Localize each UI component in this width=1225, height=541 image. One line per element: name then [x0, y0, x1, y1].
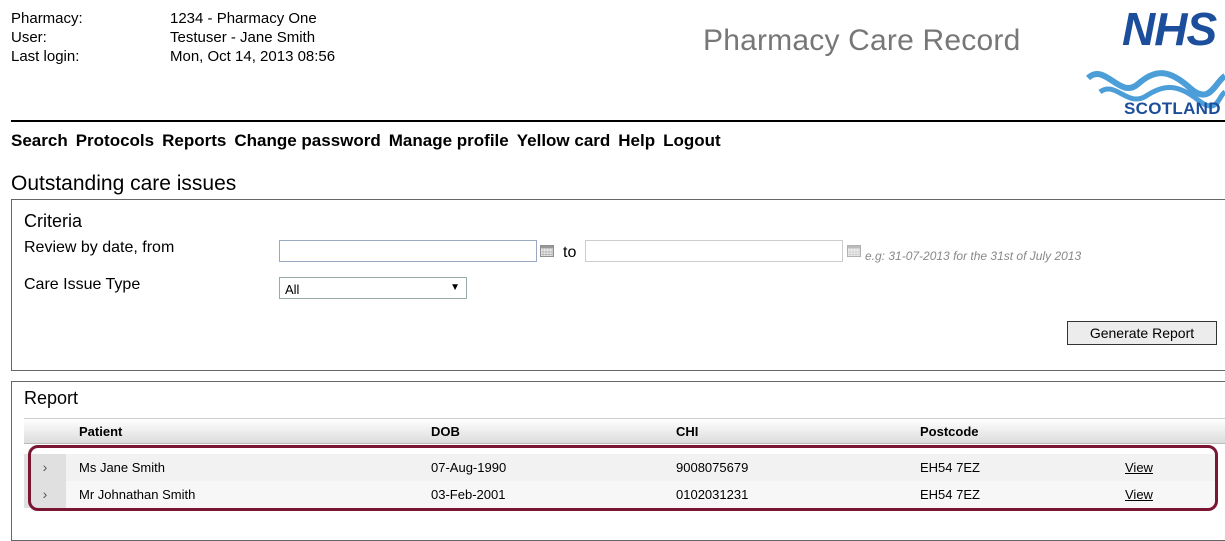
nav-change-password[interactable]: Change password: [234, 131, 380, 151]
care-issue-type-label: Care Issue Type: [24, 276, 141, 293]
calendar-icon[interactable]: [847, 245, 861, 257]
pharmacy-label: Pharmacy:: [11, 10, 83, 27]
main-nav: Search Protocols Reports Change password…: [11, 131, 721, 151]
column-header-postcode[interactable]: Postcode: [920, 424, 979, 439]
review-date-label: Review by date, from: [24, 239, 175, 256]
rows-highlight-box: [28, 445, 1218, 511]
app-title: Pharmacy Care Record: [703, 24, 1021, 57]
from-date-input[interactable]: [279, 240, 537, 262]
nav-help[interactable]: Help: [618, 131, 655, 151]
user-label: User:: [11, 29, 47, 46]
date-format-hint: e.g: 31-07-2013 for the 31st of July 201…: [865, 249, 1082, 263]
criteria-title: Criteria: [24, 211, 83, 231]
page-title: Outstanding care issues: [11, 172, 237, 195]
nav-yellow-card[interactable]: Yellow card: [517, 131, 611, 151]
generate-report-button[interactable]: Generate Report: [1067, 321, 1217, 345]
column-header-chi[interactable]: CHI: [676, 424, 698, 439]
nav-logout[interactable]: Logout: [663, 131, 721, 151]
last-login-label: Last login:: [11, 48, 80, 65]
header-divider: [11, 120, 1225, 122]
report-title: Report: [24, 388, 79, 408]
nav-manage-profile[interactable]: Manage profile: [389, 131, 509, 151]
nav-reports[interactable]: Reports: [162, 131, 226, 151]
scotland-logo-text: SCOTLAND: [1124, 99, 1221, 118]
calendar-icon[interactable]: [540, 245, 554, 257]
to-label: to: [563, 244, 577, 261]
report-table-header: [24, 418, 1225, 444]
care-issue-type-select[interactable]: All ▼: [279, 277, 467, 299]
pharmacy-value: 1234 - Pharmacy One: [170, 10, 317, 27]
column-header-dob[interactable]: DOB: [431, 424, 460, 439]
criteria-panel: [11, 199, 1225, 371]
care-issue-type-value: All: [285, 282, 300, 297]
to-date-input[interactable]: [585, 240, 843, 262]
chevron-down-icon: ▼: [450, 282, 460, 293]
column-header-patient[interactable]: Patient: [79, 424, 122, 439]
last-login-value: Mon, Oct 14, 2013 08:56: [170, 48, 336, 65]
nav-search[interactable]: Search: [11, 131, 68, 151]
nav-protocols[interactable]: Protocols: [76, 131, 154, 151]
user-value: Testuser - Jane Smith: [170, 29, 316, 46]
nhs-logo-text: NHS: [1122, 3, 1217, 55]
